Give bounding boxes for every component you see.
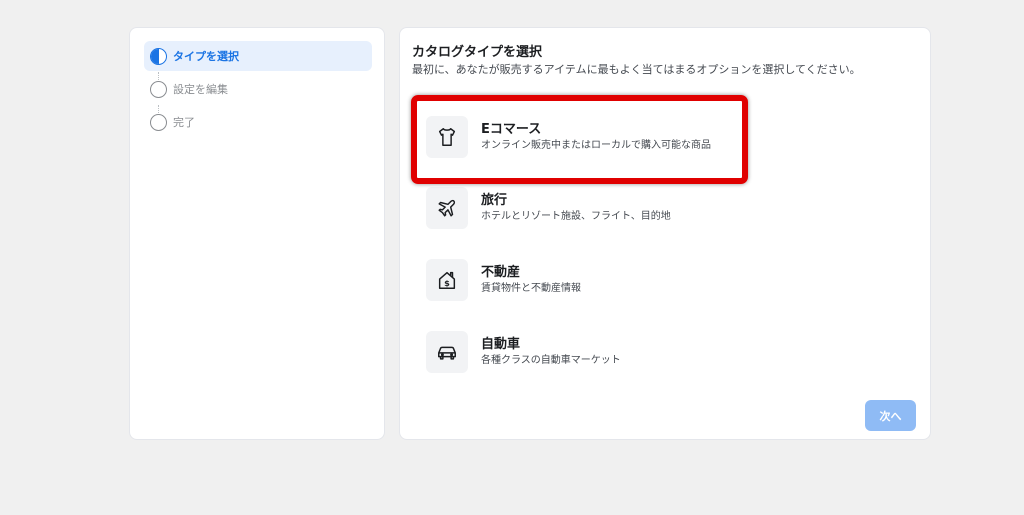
option-automobile[interactable]: 自動車 各種クラスの自動車マーケット	[426, 330, 846, 374]
page-title: カタログタイプを選択	[412, 45, 543, 60]
option-travel[interactable]: 旅行 ホテルとリゾート施設、フライト、目的地	[426, 186, 846, 230]
house-dollar-icon: $	[426, 259, 468, 301]
airplane-icon	[426, 187, 468, 229]
option-real-estate[interactable]: $ 不動産 賃貸物件と不動産情報	[426, 258, 846, 302]
empty-circle-icon	[150, 80, 167, 98]
step-label: 設定を編集	[173, 83, 228, 96]
svg-text:$: $	[444, 278, 450, 288]
half-filled-circle-icon	[150, 47, 167, 65]
step-select-type[interactable]: タイプを選択	[144, 41, 372, 71]
next-button[interactable]: 次へ	[865, 400, 916, 431]
option-description: オンライン販売中またはローカルで購入可能な商品	[481, 140, 711, 151]
option-description: 賃貸物件と不動産情報	[481, 283, 581, 294]
option-description: 各種クラスの自動車マーケット	[481, 355, 621, 366]
tshirt-icon	[426, 116, 468, 158]
step-complete: 完了	[144, 107, 372, 137]
step-label: 完了	[173, 116, 195, 129]
option-title: 自動車	[481, 337, 521, 352]
step-edit-settings: 設定を編集	[144, 74, 372, 104]
steps-panel: タイプを選択 設定を編集 完了	[129, 27, 385, 440]
catalog-type-panel: カタログタイプを選択 最初に、あなたが販売するアイテムに最もよく当てはまるオプシ…	[399, 27, 931, 440]
option-title: 不動産	[481, 265, 521, 280]
car-icon	[426, 331, 468, 373]
option-title: Eコマース	[481, 122, 542, 137]
empty-circle-icon	[150, 113, 167, 131]
option-ecommerce[interactable]: Eコマース オンライン販売中またはローカルで購入可能な商品	[426, 115, 846, 159]
option-title: 旅行	[481, 193, 508, 208]
step-label: タイプを選択	[173, 50, 239, 63]
page-subtitle: 最初に、あなたが販売するアイテムに最もよく当てはまるオプションを選択してください…	[412, 63, 861, 76]
option-description: ホテルとリゾート施設、フライト、目的地	[481, 211, 671, 222]
